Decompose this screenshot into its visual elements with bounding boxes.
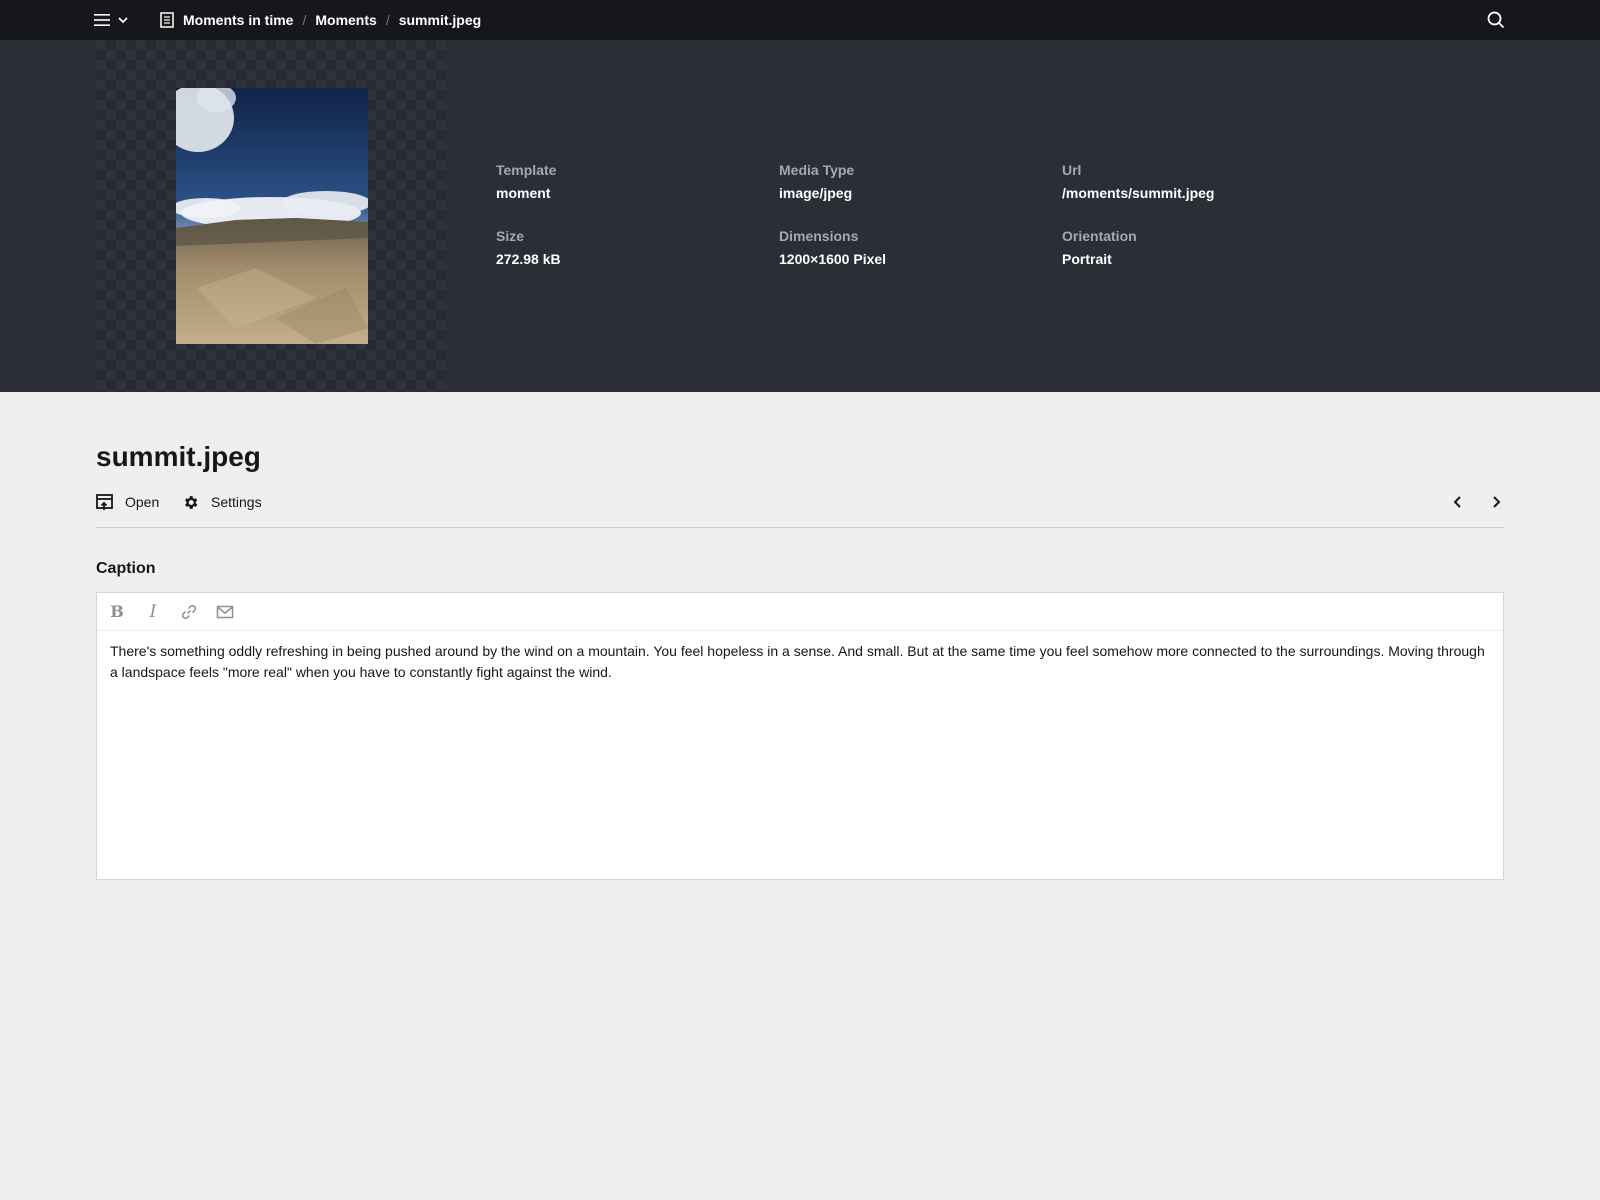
link-button[interactable]	[179, 602, 199, 622]
meta-media-type: Media Type image/jpeg	[779, 160, 1062, 203]
email-icon	[216, 605, 234, 618]
page-title: summit.jpeg	[96, 441, 261, 472]
breadcrumb-separator: /	[302, 12, 307, 28]
breadcrumb-label: Moments	[315, 12, 377, 28]
meta-value: 1200×1600 Pixel	[779, 251, 887, 267]
meta-label: Url	[1062, 162, 1082, 178]
open-button[interactable]: Open	[96, 490, 159, 514]
file-thumbnail-image	[176, 88, 368, 344]
bold-button[interactable]: B	[107, 602, 127, 622]
open-icon	[96, 493, 113, 510]
meta-dimensions: Dimensions 1200×1600 Pixel	[779, 226, 1062, 269]
caption-editor: B I There's something oddly refreshing i…	[96, 592, 1504, 880]
top-bar: Moments in time / Moments / summit.jpeg	[0, 0, 1600, 40]
meta-value: image/jpeg	[779, 185, 853, 201]
file-thumbnail-area[interactable]	[96, 40, 446, 392]
italic-button[interactable]: I	[143, 602, 163, 622]
breadcrumb-separator: /	[385, 12, 390, 28]
next-file-button[interactable]	[1488, 494, 1504, 510]
meta-value: Portrait	[1062, 251, 1112, 267]
main-menu-button[interactable]	[94, 8, 138, 32]
meta-template: Template moment	[496, 160, 779, 203]
settings-button[interactable]: Settings	[182, 490, 262, 514]
file-url-link[interactable]: /moments/summit.jpeg	[1062, 183, 1345, 203]
settings-label: Settings	[211, 494, 262, 510]
italic-icon: I	[149, 601, 157, 622]
file-toolbar: Open Settings	[96, 490, 1504, 528]
caption-textarea[interactable]: There's something oddly refreshing in be…	[97, 631, 1503, 879]
meta-orientation: Orientation Portrait	[1062, 226, 1345, 269]
breadcrumb-item-moments[interactable]: Moments	[315, 12, 376, 28]
chevron-right-icon	[1493, 496, 1501, 508]
meta-label: Dimensions	[779, 228, 859, 244]
hamburger-icon	[94, 14, 110, 26]
breadcrumb-item-site[interactable]: Moments in time	[160, 12, 293, 28]
editor-toolbar: B I	[97, 593, 1503, 631]
meta-label: Size	[496, 228, 525, 244]
file-preview: Template moment Media Type image/jpeg Ur…	[0, 40, 1600, 392]
previous-file-button[interactable]	[1450, 494, 1466, 510]
breadcrumb: Moments in time / Moments / summit.jpeg	[160, 0, 481, 40]
open-label: Open	[125, 494, 160, 510]
chevron-left-icon	[1453, 496, 1461, 508]
link-icon	[181, 604, 197, 619]
breadcrumb-item-file[interactable]: summit.jpeg	[399, 12, 481, 28]
breadcrumb-label: summit.jpeg	[398, 12, 482, 28]
breadcrumb-label: Moments in time	[183, 12, 294, 28]
meta-label: Media Type	[779, 162, 855, 178]
meta-value: 272.98 kB	[496, 251, 561, 267]
caption-field-label: Caption	[96, 560, 156, 577]
meta-label: Template	[496, 162, 557, 178]
chevron-down-icon	[118, 17, 128, 24]
search-button[interactable]	[1486, 10, 1506, 30]
meta-size: Size 272.98 kB	[496, 226, 779, 269]
meta-label: Orientation	[1062, 228, 1137, 244]
file-meta: Template moment Media Type image/jpeg Ur…	[496, 160, 1346, 269]
bold-icon: B	[110, 602, 124, 621]
gear-icon	[185, 495, 198, 509]
meta-value: moment	[496, 185, 551, 201]
page-icon	[160, 12, 174, 28]
email-button[interactable]	[215, 602, 235, 622]
meta-url: Url /moments/summit.jpeg	[1062, 160, 1345, 203]
search-icon	[1487, 11, 1505, 29]
